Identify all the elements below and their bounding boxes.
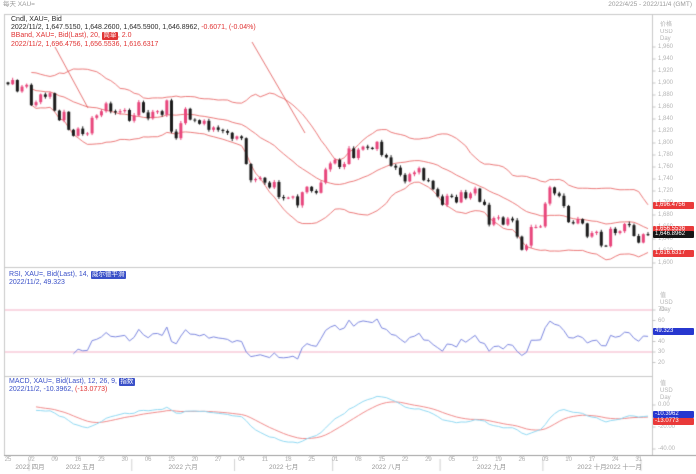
macd-axis-header: 值 xyxy=(660,381,666,388)
interval-instrument-label: 每天 XAU= xyxy=(3,1,35,9)
price-tick-label: 1,800 xyxy=(658,140,673,147)
price-tick-label: 1,920 xyxy=(658,68,673,75)
price-axis-header: 价格 xyxy=(660,22,672,29)
chart-canvas[interactable] xyxy=(0,0,696,474)
week-tick-label: 02 xyxy=(28,457,35,464)
price-tick-label: 1,860 xyxy=(658,104,673,111)
macd-axis-header: Day xyxy=(660,395,671,402)
rsi-mode-chip[interactable]: 威尔德平滑 xyxy=(91,271,127,279)
price-tick-label: 1,600 xyxy=(658,260,673,267)
rsi-tick-label: 60 xyxy=(658,318,665,325)
month-label: 2022 五月 xyxy=(66,464,95,471)
week-tick-label: 17 xyxy=(589,457,596,464)
bband-series-label: BBand, XAU=, Bid(Last), 20, xyxy=(11,32,100,39)
price-tick-label: 1,720 xyxy=(658,188,673,195)
macd-value-badge: -10.3962 xyxy=(653,411,694,418)
week-tick-label: 24 xyxy=(612,457,619,464)
price-tick-label: 1,880 xyxy=(658,92,673,99)
bband-mode-chip[interactable]: 简单 xyxy=(102,32,118,40)
week-tick-label: 01 xyxy=(332,457,339,464)
rsi-tick-label: 30 xyxy=(658,349,665,356)
rsi-series-label: RSI, XAU=, Bid(Last), 14, xyxy=(9,271,89,278)
week-tick-label: 03 xyxy=(542,457,549,464)
macd-axis-header: USD xyxy=(660,388,673,395)
rsi-axis-header: USD xyxy=(660,300,673,307)
week-tick-label: 19 xyxy=(495,457,502,464)
week-tick-label: 08 xyxy=(355,457,362,464)
week-tick-label: 05 xyxy=(448,457,455,464)
price-tick-label: 1,960 xyxy=(658,44,673,51)
macd-legend: MACD, XAU=, Bid(Last), 12, 26, 9, 指数 202… xyxy=(9,378,135,394)
rsi-tick-label: 20 xyxy=(658,360,665,367)
macd-tick-label: 0.00 xyxy=(658,402,670,409)
price-axis-header: Day xyxy=(660,36,671,43)
week-tick-label: 26 xyxy=(519,457,526,464)
bband-upper-badge: 1,696.4756 xyxy=(653,202,694,209)
month-label: 2022 六月 xyxy=(169,464,198,471)
week-tick-label: 20 xyxy=(192,457,199,464)
week-tick-label: 30 xyxy=(121,457,128,464)
price-tick-label: 1,940 xyxy=(658,56,673,63)
week-tick-label: 22 xyxy=(402,457,409,464)
rsi-values: 2022/11/2, 49.323 xyxy=(9,279,126,287)
rsi-value-badge: 49.323 xyxy=(653,328,694,335)
chart-window: 每天 XAU= 2022/4/25 - 2022/11/4 (GMT) Cndl… xyxy=(0,0,696,474)
price-tick-label: 1,780 xyxy=(658,152,673,159)
price-tick-label: 1,760 xyxy=(658,164,673,171)
rsi-tick-label: 40 xyxy=(658,339,665,346)
week-tick-label: 29 xyxy=(425,457,432,464)
bband-lower-badge: 1,616.6317 xyxy=(653,250,694,257)
bband-deviation-label: , 2.0 xyxy=(118,32,132,39)
week-tick-label: 31 xyxy=(635,457,642,464)
macd-series-label: MACD, XAU=, Bid(Last), 12, 26, 9, xyxy=(9,378,117,385)
month-label: 2022 八月 xyxy=(372,464,401,471)
price-tick-label: 1,900 xyxy=(658,80,673,87)
candle-change-values: -0.6071, (-0.04%) xyxy=(201,24,255,31)
month-label: 2022 十一月 xyxy=(606,464,642,471)
macd-value: 2022/11/2, -10.3962, xyxy=(9,386,73,393)
week-tick-label: 25 xyxy=(5,457,12,464)
week-tick-label: 13 xyxy=(168,457,175,464)
main-chart-legend: Cndl, XAU=, Bid 2022/11/2, 1,647.5150, 1… xyxy=(11,16,256,49)
price-axis-header: USD xyxy=(660,29,673,36)
macd-tick-label: -40.00 xyxy=(658,446,675,453)
month-label: 2022 四月 xyxy=(15,464,44,471)
price-tick-label: 1,680 xyxy=(658,212,673,219)
week-tick-label: 25 xyxy=(308,457,315,464)
macd-mode-chip[interactable]: 指数 xyxy=(119,378,135,386)
rsi-tick-label: 70 xyxy=(658,307,665,314)
date-range-label: 2022/4/25 - 2022/11/4 (GMT) xyxy=(608,1,692,9)
month-label: 2022 九月 xyxy=(477,464,506,471)
candle-ohlc-values: 2022/11/2, 1,647.5150, 1,648.2600, 1,645… xyxy=(11,24,199,31)
week-tick-label: 09 xyxy=(51,457,58,464)
week-tick-label: 11 xyxy=(262,457,268,464)
month-label: 2022 七月 xyxy=(269,464,298,471)
price-tick-label: 1,820 xyxy=(658,128,673,135)
price-tick-label: 1,840 xyxy=(658,116,673,123)
week-tick-label: 18 xyxy=(285,457,292,464)
macd-signal-badge: -13.0773 xyxy=(653,418,694,425)
macd-tick-label: -20.00 xyxy=(658,424,675,431)
week-tick-label: 23 xyxy=(98,457,105,464)
week-tick-label: 16 xyxy=(75,457,82,464)
week-tick-label: 12 xyxy=(472,457,479,464)
macd-signal-value: (-13.0773) xyxy=(75,386,107,393)
candle-series-label: Cndl, XAU=, Bid xyxy=(11,16,62,23)
rsi-legend: RSI, XAU=, Bid(Last), 14, 威尔德平滑 2022/11/… xyxy=(9,271,126,287)
week-tick-label: 06 xyxy=(145,457,152,464)
last-price-badge: 1,646.8962 xyxy=(653,231,694,238)
week-tick-label: 27 xyxy=(215,457,222,464)
week-tick-label: 15 xyxy=(378,457,385,464)
week-tick-label: 04 xyxy=(238,457,245,464)
price-tick-label: 1,740 xyxy=(658,176,673,183)
rsi-axis-header: 值 xyxy=(660,293,666,300)
month-label: 2022 十月 xyxy=(577,464,606,471)
week-tick-label: 10 xyxy=(565,457,572,464)
bband-values: 2022/11/2, 1,696.4756, 1,656.5536, 1,616… xyxy=(11,41,256,49)
